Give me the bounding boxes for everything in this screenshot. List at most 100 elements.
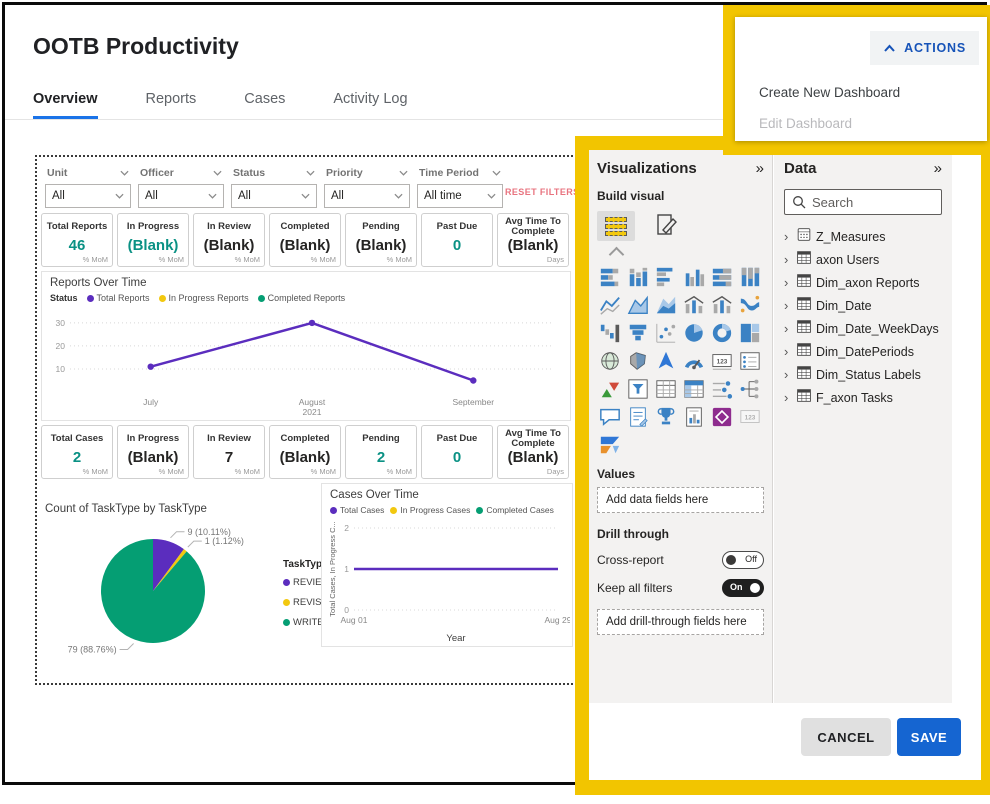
table-item-dim-dateperiods[interactable]: ›Dim_DatePeriods bbox=[784, 340, 942, 363]
expand-chevron-icon[interactable]: › bbox=[784, 232, 792, 242]
tasktype-pie-chart[interactable]: Count of TaskType by TaskType 9 (10.11%)… bbox=[39, 495, 321, 685]
cancel-button[interactable]: CANCEL bbox=[801, 718, 891, 756]
table-item-dim-status-labels[interactable]: ›Dim_Status Labels bbox=[784, 363, 942, 386]
actions-button[interactable]: ACTIONS bbox=[870, 31, 979, 65]
kpi-card-completed[interactable]: Completed(Blank)% MoM bbox=[269, 425, 341, 479]
kpi-card-completed[interactable]: Completed(Blank)% MoM bbox=[269, 213, 341, 267]
cases-over-time-chart[interactable]: Cases Over Time Total CasesIn Progress C… bbox=[321, 483, 573, 647]
area-chart-icon[interactable] bbox=[625, 292, 650, 317]
collapse-pane-icon[interactable]: » bbox=[934, 162, 942, 176]
azure-map-icon[interactable] bbox=[653, 348, 678, 373]
ribbon-chart-icon[interactable] bbox=[737, 292, 762, 317]
tab-activity-log[interactable]: Activity Log bbox=[333, 91, 407, 119]
save-button[interactable]: SAVE bbox=[897, 718, 961, 756]
funnel-chart-icon[interactable] bbox=[625, 320, 650, 345]
kpi-card-in-progress[interactable]: In Progress(Blank)% MoM bbox=[117, 425, 189, 479]
table-item-dim-axon-reports[interactable]: ›Dim_axon Reports bbox=[784, 271, 942, 294]
clustered-column-chart-icon[interactable] bbox=[681, 264, 706, 289]
kpi-card-in-review[interactable]: In Review(Blank)% MoM bbox=[193, 213, 265, 267]
cross-report-toggle[interactable]: Off bbox=[722, 551, 764, 569]
build-visual-tab[interactable] bbox=[597, 211, 635, 241]
chart-legend: Total CasesIn Progress CasesCompleted Ca… bbox=[330, 505, 554, 515]
paginated-report-icon[interactable] bbox=[681, 404, 706, 429]
treemap-icon[interactable] bbox=[737, 320, 762, 345]
line-and-stacked-column-chart-icon[interactable] bbox=[681, 292, 706, 317]
add-drill-through-fields-dropzone[interactable]: Add drill-through fields here bbox=[597, 609, 764, 635]
kpi-card-total-reports[interactable]: Total Reports46% MoM bbox=[41, 213, 113, 267]
pie-chart-icon[interactable] bbox=[681, 320, 706, 345]
new-card-icon[interactable]: 123 bbox=[737, 404, 762, 429]
kpi-icon[interactable] bbox=[597, 376, 622, 401]
filter-dropdown[interactable]: All time bbox=[417, 184, 503, 208]
qa-visual-icon[interactable] bbox=[597, 404, 622, 429]
filter-dropdown[interactable]: All bbox=[324, 184, 410, 208]
donut-chart-icon[interactable] bbox=[709, 320, 734, 345]
map-icon[interactable] bbox=[597, 348, 622, 373]
tab-cases[interactable]: Cases bbox=[244, 91, 285, 119]
kpi-card-past-due[interactable]: Past Due0 bbox=[421, 213, 493, 267]
kpi-card-in-progress[interactable]: In Progress(Blank)% MoM bbox=[117, 213, 189, 267]
kpi-card-past-due[interactable]: Past Due0 bbox=[421, 425, 493, 479]
filled-map-icon[interactable] bbox=[625, 348, 650, 373]
tab-reports[interactable]: Reports bbox=[146, 91, 197, 119]
table-item-dim-date[interactable]: ›Dim_Date bbox=[784, 294, 942, 317]
expand-chevron-icon[interactable]: › bbox=[784, 255, 792, 265]
format-visual-tab[interactable] bbox=[655, 213, 679, 239]
expand-chevron-icon[interactable]: › bbox=[784, 347, 792, 357]
expand-chevron-icon[interactable]: › bbox=[784, 393, 792, 403]
kpi-card-avg-time-to-complete[interactable]: Avg Time To Complete(Blank)Days bbox=[497, 213, 569, 267]
filter-dropdown[interactable]: All bbox=[231, 184, 317, 208]
kpi-card-total-cases[interactable]: Total Cases2% MoM bbox=[41, 425, 113, 479]
reset-filters-button[interactable]: RESET FILTERS bbox=[505, 187, 580, 197]
key-influencers-icon[interactable] bbox=[709, 376, 734, 401]
expand-chevron-icon[interactable]: › bbox=[784, 370, 792, 380]
data-search-input[interactable]: Search bbox=[784, 189, 942, 215]
line-and-clustered-column-chart-icon[interactable] bbox=[709, 292, 734, 317]
expand-chevron-icon[interactable]: › bbox=[784, 301, 792, 311]
toggle-knob bbox=[726, 555, 736, 565]
build-visual-icon bbox=[605, 224, 627, 229]
table-item-dim-date-weekdays[interactable]: ›Dim_Date_WeekDays bbox=[784, 317, 942, 340]
stacked-column-chart-icon[interactable] bbox=[625, 264, 650, 289]
chart-legend: StatusTotal ReportsIn Progress ReportsCo… bbox=[50, 293, 345, 303]
power-apps-icon[interactable] bbox=[709, 404, 734, 429]
scatter-chart-icon[interactable] bbox=[653, 320, 678, 345]
filter-dropdown[interactable]: All bbox=[45, 184, 131, 208]
metrics-icon[interactable] bbox=[653, 404, 678, 429]
table-item-f-axon-tasks[interactable]: ›F_axon Tasks bbox=[784, 386, 942, 409]
decomposition-tree-icon[interactable] bbox=[737, 376, 762, 401]
matrix-icon[interactable] bbox=[681, 376, 706, 401]
multi-row-card-icon[interactable] bbox=[737, 348, 762, 373]
edit-panel-highlight: Visualizations » Build visual bbox=[575, 136, 990, 795]
kpi-card-in-review[interactable]: In Review7% MoM bbox=[193, 425, 265, 479]
filter-dropdown[interactable]: All bbox=[138, 184, 224, 208]
gauge-icon[interactable] bbox=[681, 348, 706, 373]
clustered-bar-chart-icon[interactable] bbox=[653, 264, 678, 289]
slicer-icon[interactable] bbox=[625, 376, 650, 401]
tab-overview[interactable]: Overview bbox=[33, 91, 98, 119]
keep-all-filters-toggle[interactable]: On bbox=[722, 579, 764, 597]
expand-chevron-icon[interactable]: › bbox=[784, 278, 792, 288]
stacked-bar-chart-icon[interactable] bbox=[597, 264, 622, 289]
table-item-axon-users[interactable]: ›axon Users bbox=[784, 248, 942, 271]
smart-narrative-icon[interactable] bbox=[625, 404, 650, 429]
hundred-stacked-column-chart-icon[interactable] bbox=[737, 264, 762, 289]
menu-item-create-new-dashboard[interactable]: Create New Dashboard bbox=[759, 85, 900, 107]
card-icon[interactable]: 123 bbox=[709, 348, 734, 373]
waterfall-chart-icon[interactable] bbox=[597, 320, 622, 345]
table-item-z-measures[interactable]: ›Z_Measures bbox=[784, 225, 942, 248]
kpi-card-avg-time-to-complete[interactable]: Avg Time To Complete(Blank)Days bbox=[497, 425, 569, 479]
hundred-stacked-bar-chart-icon[interactable] bbox=[709, 264, 734, 289]
add-data-fields-dropzone[interactable]: Add data fields here bbox=[597, 487, 764, 513]
kpi-card-pending[interactable]: Pending(Blank)% MoM bbox=[345, 213, 417, 267]
reports-over-time-chart[interactable]: Reports Over Time StatusTotal ReportsIn … bbox=[41, 271, 571, 421]
collapse-pane-icon[interactable]: » bbox=[756, 162, 764, 176]
menu-item-edit-dashboard[interactable]: Edit Dashboard bbox=[759, 116, 852, 138]
power-automate-icon[interactable] bbox=[597, 432, 622, 457]
line-chart-icon[interactable] bbox=[597, 292, 622, 317]
kpi-subtitle: % MoM bbox=[159, 466, 188, 476]
table-icon[interactable] bbox=[653, 376, 678, 401]
expand-chevron-icon[interactable]: › bbox=[784, 324, 792, 334]
stacked-area-chart-icon[interactable] bbox=[653, 292, 678, 317]
kpi-card-pending[interactable]: Pending2% MoM bbox=[345, 425, 417, 479]
